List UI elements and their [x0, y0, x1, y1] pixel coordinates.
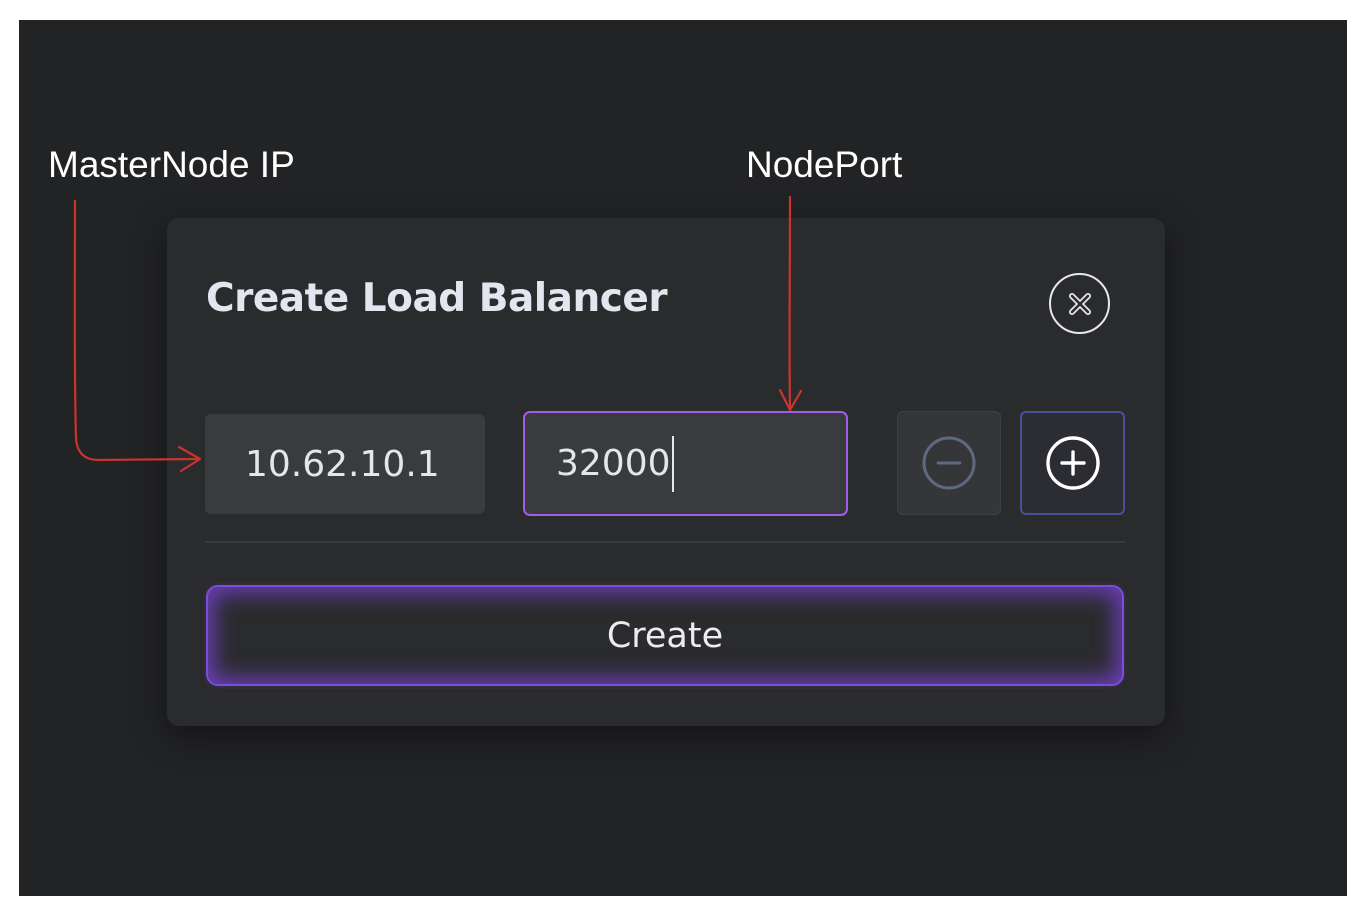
- annotation-nodeport-label: NodePort: [746, 144, 903, 185]
- create-button[interactable]: Create: [206, 585, 1124, 686]
- divider: [205, 541, 1125, 543]
- masternode-ip-value: 10.62.10.1: [245, 443, 440, 485]
- create-button-label: Create: [606, 615, 724, 656]
- text-caret: [671, 435, 674, 492]
- close-icon: [1068, 292, 1091, 315]
- nodeport-value: 32000: [556, 443, 671, 484]
- remove-port-button[interactable]: [897, 411, 1001, 515]
- close-button[interactable]: [1049, 273, 1110, 334]
- plus-circle-icon: [1045, 436, 1100, 490]
- minus-circle-icon: [922, 436, 976, 490]
- screenshot-canvas: MasterNode IP NodePort Create Load Balan…: [19, 20, 1347, 896]
- masternode-ip-input[interactable]: 10.62.10.1: [205, 414, 485, 514]
- annotation-masternode-ip-label: MasterNode IP: [48, 144, 295, 185]
- create-load-balancer-dialog: Create Load Balancer 10.62.10.1 32000 Cr…: [167, 218, 1165, 726]
- dialog-title: Create Load Balancer: [206, 276, 668, 321]
- add-port-button[interactable]: [1020, 411, 1125, 515]
- nodeport-input[interactable]: 32000: [523, 411, 848, 516]
